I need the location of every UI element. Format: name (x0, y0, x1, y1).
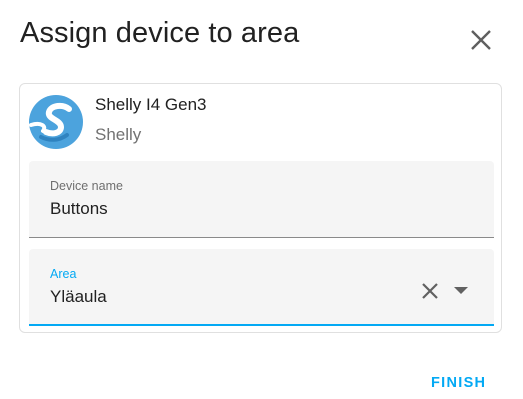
device-name-label: Device name (50, 179, 123, 193)
area-input[interactable] (50, 287, 410, 307)
device-name-field[interactable]: Device name (29, 161, 494, 238)
dropdown-arrow-icon (454, 287, 468, 294)
dialog-title: Assign device to area (20, 17, 300, 49)
area-dropdown-button[interactable] (449, 279, 473, 303)
device-card: Shelly I4 Gen3 Shelly Device name Area (19, 83, 502, 333)
clear-icon (422, 283, 438, 299)
device-model-name: Shelly I4 Gen3 (95, 95, 207, 114)
finish-button[interactable]: FINISH (431, 371, 509, 395)
assign-device-dialog: Assign device to area Shelly I4 Gen3 She… (0, 0, 523, 399)
device-manufacturer: Shelly (95, 125, 142, 144)
close-icon (471, 30, 491, 50)
device-name-input[interactable] (50, 199, 410, 219)
shelly-logo (29, 95, 83, 149)
area-label: Area (50, 267, 77, 281)
close-button[interactable] (466, 25, 496, 55)
area-field[interactable]: Area (29, 249, 494, 326)
area-clear-button[interactable] (418, 279, 442, 303)
